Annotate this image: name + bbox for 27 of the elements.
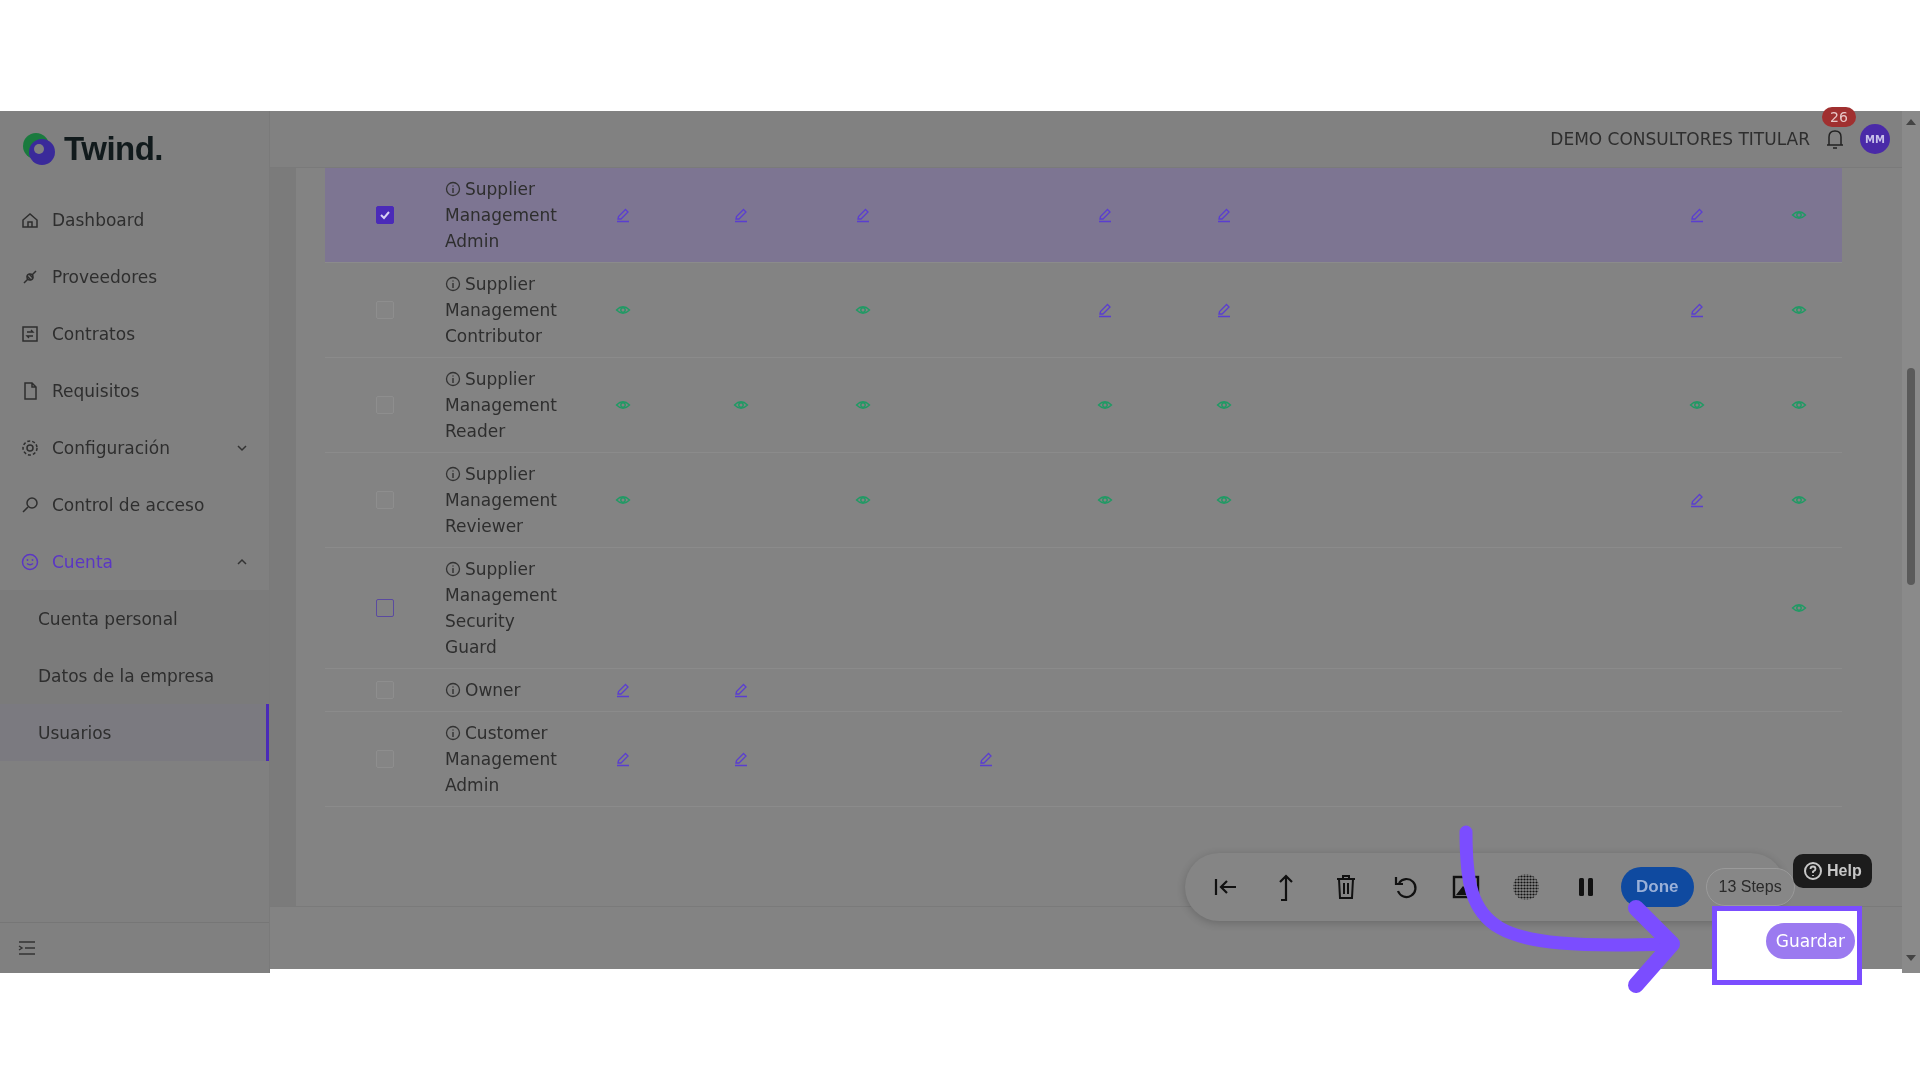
role-name: Supplier Management Reader (445, 368, 558, 443)
nav-item[interactable]: Cuenta (0, 533, 269, 590)
role-name: Customer Management Admin (445, 722, 558, 797)
table-row[interactable]: Supplier Management Security Guard (325, 548, 1842, 669)
role-name: Supplier Management Security Guard (445, 558, 558, 659)
nav-item[interactable]: Configuración (0, 419, 269, 476)
role-name: Supplier Management Admin (445, 178, 558, 253)
logo-text: Twind. (64, 130, 164, 168)
user-avatar[interactable]: MM (1860, 124, 1890, 154)
role-name: Owner (445, 677, 565, 703)
done-button[interactable]: Done (1621, 867, 1694, 907)
table-row[interactable]: Supplier Management Admin (325, 168, 1842, 263)
steps-counter: 13 Steps (1705, 868, 1795, 906)
role-name: Supplier Management Contributor (445, 273, 558, 348)
nav-subitem[interactable]: Cuenta personal (0, 590, 269, 647)
role-name: Supplier Management Reviewer (445, 463, 558, 538)
company-name: DEMO CONSULTORES TITULAR (1550, 129, 1810, 149)
save-button[interactable]: Guardar (1765, 922, 1855, 959)
notification-badge: 26 (1822, 107, 1856, 127)
nav-item[interactable]: Dashboard (0, 191, 269, 248)
nav-subitem[interactable]: Usuarios (0, 704, 269, 761)
help-button[interactable]: Help (1793, 854, 1872, 888)
nav-item[interactable]: Contratos (0, 305, 269, 362)
nav-item[interactable]: Control de acceso (0, 476, 269, 533)
nav-item[interactable]: Requisitos (0, 362, 269, 419)
nav-subitem[interactable]: Datos de la empresa (0, 647, 269, 704)
nav-item[interactable]: Proveedores (0, 248, 269, 305)
